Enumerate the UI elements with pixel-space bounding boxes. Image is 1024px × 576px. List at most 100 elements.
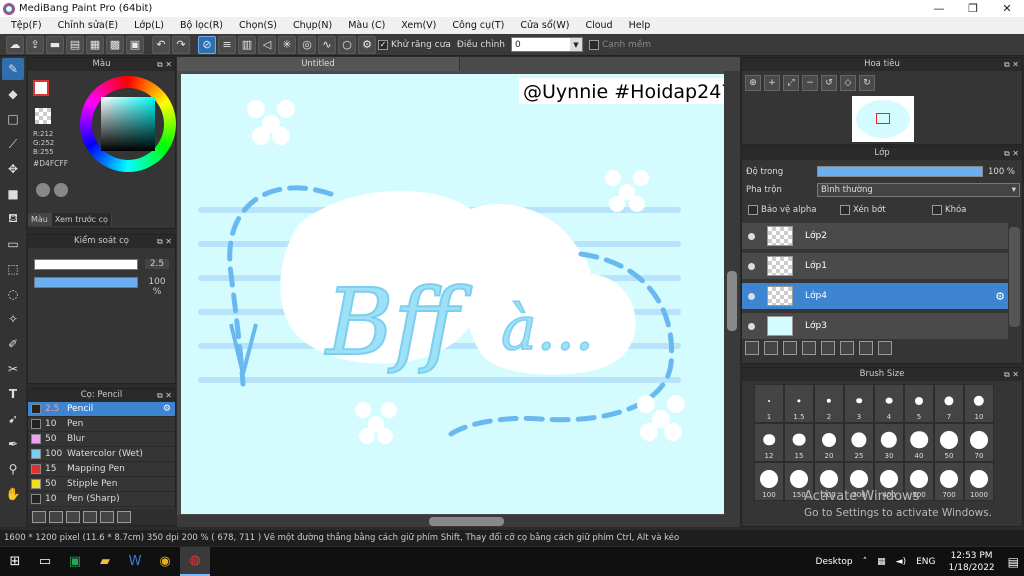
blend-mode-select[interactable]: Bình thường ▾ (817, 183, 1020, 197)
word-icon[interactable]: W (120, 547, 150, 576)
gear-icon[interactable]: ⚙ (995, 290, 1005, 303)
undo-icon[interactable]: ↶ (152, 35, 170, 54)
menu-layer[interactable]: Lớp(L) (126, 20, 172, 31)
panel-popout-icon[interactable]: ⧉ ✕ (1004, 368, 1019, 381)
protect-alpha-toggle[interactable]: Bảo vệ alpha (748, 205, 816, 215)
select-tool-icon[interactable]: ⬚ (2, 258, 24, 280)
menu-window[interactable]: Cửa sổ(W) (512, 20, 577, 31)
adjust-select[interactable]: 0 ▼ (510, 37, 583, 52)
tab-color[interactable]: Màu (28, 213, 52, 226)
lasso-tool-icon[interactable]: ◌ (2, 283, 24, 305)
fit-window-icon[interactable]: ⤢ (783, 75, 799, 91)
chat-icon[interactable]: ▬ (46, 35, 64, 54)
magic-wand-tool-icon[interactable]: ✧ (2, 308, 24, 330)
panel-popout-icon[interactable]: ⧉ ✕ (157, 58, 172, 71)
brush-size-cell[interactable]: 15 (784, 423, 814, 462)
panel-popout-icon[interactable]: ⧉ ✕ (157, 235, 172, 248)
palette-icon[interactable] (36, 183, 50, 197)
snap-circle-icon[interactable]: ◎ (298, 35, 316, 54)
desktop-toolbar-label[interactable]: Desktop (816, 557, 853, 567)
brush-size-cell[interactable]: 1 (754, 384, 784, 423)
eye-icon[interactable] (748, 322, 755, 330)
brush-size-cell[interactable]: 40 (904, 423, 934, 462)
gear-icon[interactable]: ⚙ (163, 404, 171, 414)
brush-item-2[interactable]: 50 Blur (28, 432, 175, 447)
horizontal-scrollbar[interactable] (177, 515, 740, 527)
layer-row-0[interactable]: Lớp2 (742, 223, 1008, 251)
brush-size-cell[interactable]: 400 (874, 462, 904, 501)
file-explorer-icon[interactable]: ▰ (90, 547, 120, 576)
windows-start-icon[interactable]: ⊞ (0, 547, 30, 576)
volume-icon[interactable]: ◄) (896, 557, 906, 567)
layer-row-1[interactable]: Lớp1 (742, 253, 1008, 281)
duplicate-layer-icon[interactable] (840, 341, 854, 355)
eye-icon[interactable] (748, 292, 755, 300)
grid-icon[interactable]: ▩ (106, 35, 124, 54)
snap-parallel-icon[interactable]: ≡ (218, 35, 236, 54)
layer-row-2[interactable]: Lớp4 ⚙ (742, 283, 1008, 311)
eraser-tool-icon[interactable]: ◆ (2, 83, 24, 105)
duplicate-icon[interactable] (117, 511, 131, 523)
folder-icon[interactable] (100, 511, 114, 523)
brush-size-cell[interactable]: 1000 (964, 462, 994, 501)
minimize-button[interactable]: — (922, 0, 956, 17)
close-button[interactable]: ✕ (990, 0, 1024, 17)
brush-item-1[interactable]: 10 Pen (28, 417, 175, 432)
folder-icon[interactable] (821, 341, 835, 355)
menu-color[interactable]: Màu (C) (340, 20, 393, 31)
brush-item-5[interactable]: 50 Stipple Pen (28, 477, 175, 492)
saturation-value-square[interactable] (101, 97, 155, 151)
rotate-left-icon[interactable]: ↺ (821, 75, 837, 91)
brush-size-cell[interactable]: 3 (844, 384, 874, 423)
snap-off-icon[interactable]: ⊘ (198, 35, 216, 54)
maximize-button[interactable]: ❐ (956, 0, 990, 17)
select-pen-tool-icon[interactable]: ✐ (2, 333, 24, 355)
clipping-checkbox[interactable] (840, 205, 850, 215)
brush-size-cell[interactable]: 300 (844, 462, 874, 501)
reset-view-icon[interactable]: ◇ (840, 75, 856, 91)
clock[interactable]: 12:53 PM 1/18/2022 (949, 550, 995, 574)
viewport-indicator[interactable] (876, 113, 890, 124)
soft-edge-checkbox[interactable] (588, 39, 599, 50)
brush-item-3[interactable]: 100 Watercolor (Wet) (28, 447, 175, 462)
line-tool-icon[interactable]: ⟋ (2, 133, 24, 155)
hand-tool-icon[interactable]: ✋ (2, 483, 24, 505)
brush-size-cell[interactable]: 200 (814, 462, 844, 501)
chrome-icon[interactable]: ◉ (150, 547, 180, 576)
document-icon[interactable]: ▦ (86, 35, 104, 54)
redo-icon[interactable]: ↷ (172, 35, 190, 54)
gradient-tool-icon[interactable]: ▭ (2, 233, 24, 255)
zoom-icon[interactable]: ⊕ (745, 75, 761, 91)
brush-size-cell[interactable]: 100 (754, 462, 784, 501)
snap-vanish-icon[interactable]: ◁ (258, 35, 276, 54)
brush-tool-icon[interactable]: ✎ (2, 58, 24, 80)
menu-snap[interactable]: Chụp(N) (285, 20, 340, 31)
primary-color-swatch[interactable] (33, 80, 49, 96)
settings-gear-icon[interactable]: ⚙ (358, 35, 376, 54)
brush-size-cell[interactable]: 5 (904, 384, 934, 423)
brush-size-cell[interactable]: 20 (814, 423, 844, 462)
divide-tool-icon[interactable]: ✒ (2, 433, 24, 455)
lock-toggle[interactable]: Khóa (932, 205, 966, 215)
rotate-right-icon[interactable]: ↻ (859, 75, 875, 91)
brush-size-cell[interactable]: 25 (844, 423, 874, 462)
new-halftone-layer-icon[interactable] (764, 341, 778, 355)
layout-icon[interactable]: ▣ (126, 35, 144, 54)
brush-size-value[interactable]: 2.5 (145, 259, 169, 269)
horizontal-scroll-thumb[interactable] (429, 517, 504, 526)
eye-icon[interactable] (748, 262, 755, 270)
move-tool-icon[interactable]: ✥ (2, 158, 24, 180)
brush-size-cell[interactable]: 1.5 (784, 384, 814, 423)
upload-icon[interactable]: ⇪ (26, 35, 44, 54)
import-brush-icon[interactable] (83, 511, 97, 523)
color-wheel[interactable] (80, 76, 176, 172)
cloud-icon[interactable]: ☁ (6, 35, 24, 54)
lock-checkbox[interactable] (932, 205, 942, 215)
panel-popout-icon[interactable]: ⧉ ✕ (157, 389, 172, 402)
network-icon[interactable]: ▦ (877, 557, 886, 567)
snap-radial-icon[interactable]: ✳ (278, 35, 296, 54)
layer-row-3[interactable]: Lớp3 (742, 313, 1008, 341)
brush-size-cell[interactable]: 2 (814, 384, 844, 423)
brush-item-4[interactable]: 15 Mapping Pen (28, 462, 175, 477)
rectangle-tool-icon[interactable]: □ (2, 108, 24, 130)
